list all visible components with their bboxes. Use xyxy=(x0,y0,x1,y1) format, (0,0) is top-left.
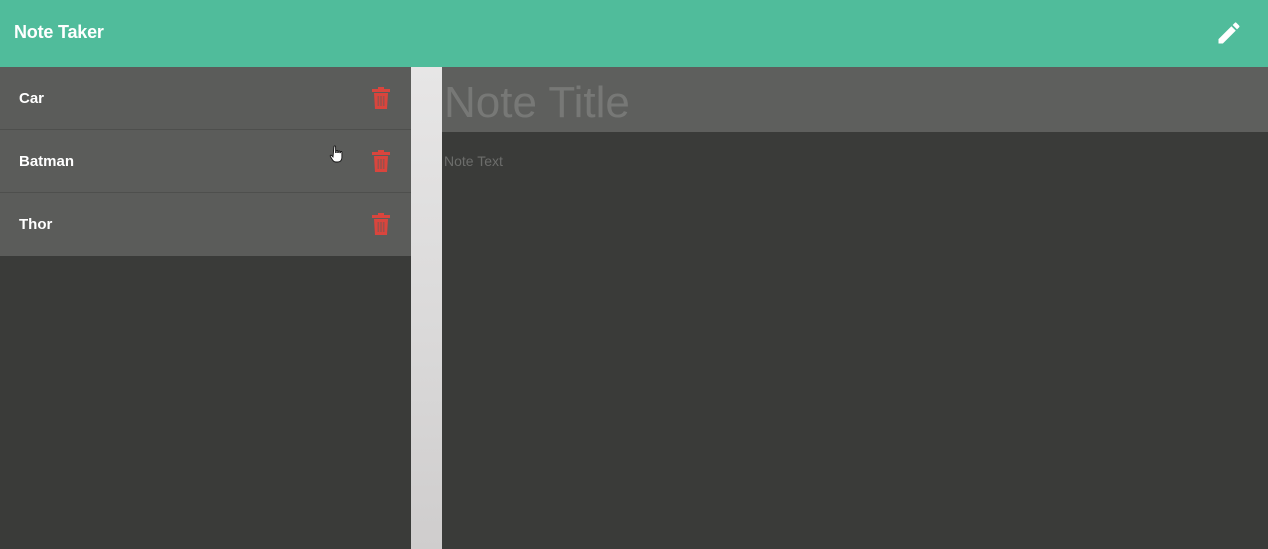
note-item-label: Car xyxy=(19,90,45,107)
note-list: Car Batman Thor xyxy=(0,67,411,549)
delete-note-button[interactable] xyxy=(371,212,391,236)
note-item-label: Batman xyxy=(19,153,75,170)
panel-divider xyxy=(411,67,442,549)
note-title-input[interactable] xyxy=(442,67,1268,132)
navbar: Note Taker xyxy=(0,0,1268,67)
note-text-input[interactable] xyxy=(442,132,1268,549)
trash-icon xyxy=(372,150,390,172)
delete-note-button[interactable] xyxy=(371,149,391,173)
note-item-car[interactable]: Car xyxy=(0,67,411,130)
trash-icon xyxy=(372,87,390,109)
note-item-thor[interactable]: Thor xyxy=(0,193,411,256)
pencil-icon xyxy=(1218,22,1240,44)
note-item-batman[interactable]: Batman xyxy=(0,130,411,193)
note-item-label: Thor xyxy=(19,216,53,233)
new-note-button[interactable] xyxy=(1212,16,1246,50)
trash-icon xyxy=(372,213,390,235)
note-editor xyxy=(442,67,1268,549)
app-title: Note Taker xyxy=(14,22,104,42)
delete-note-button[interactable] xyxy=(371,86,391,110)
